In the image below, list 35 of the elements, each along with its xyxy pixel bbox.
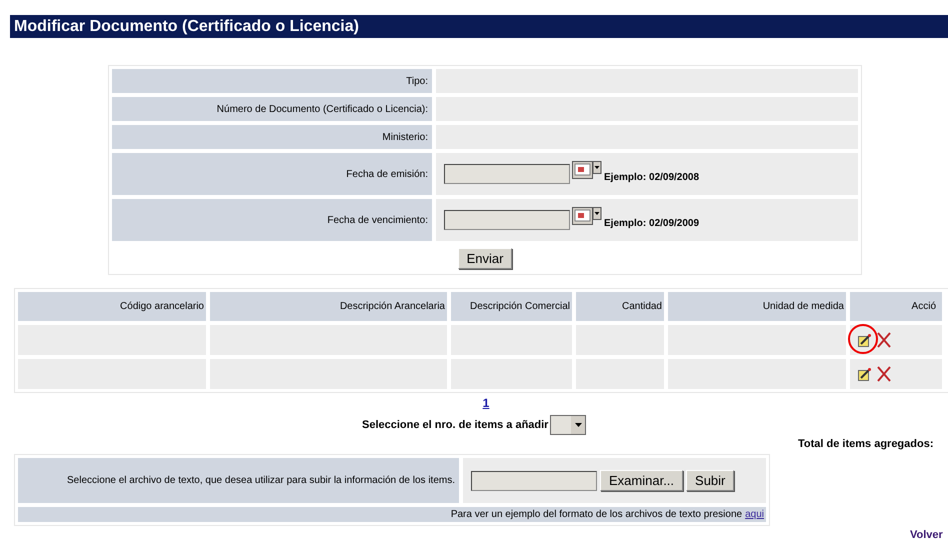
upload-button[interactable]: Subir [686,470,734,491]
submit-button[interactable]: Enviar [458,248,512,268]
column-header: Unidad de medida [668,292,846,321]
delete-icon[interactable] [877,332,891,348]
upload-label: Seleccione el archivo de texto, que desea utilizar para subir la información de los items. [18,458,459,503]
edit-icon[interactable] [858,334,871,346]
field-label: Fecha de vencimiento: [112,199,432,241]
add-items-label: Seleccione el nro. de items a añadir [362,419,548,431]
field-label: Número de Documento (Certificado o Licencia): [112,97,432,121]
browse-button[interactable]: Examinar... [600,470,684,491]
field-label: Tipo: [112,69,432,93]
example-text: Ejemplo: 02/09/2008 [604,172,700,185]
example-link[interactable]: aqui [745,509,764,520]
back-link[interactable]: Volver [910,529,948,541]
column-header: Descripción Comercial [451,292,572,321]
total-items-label: Total de items agregados: [798,438,934,450]
column-header: Código arancelario [18,292,206,321]
edit-icon[interactable] [858,368,871,380]
page-link[interactable]: 1 [482,396,490,410]
items-count-select[interactable] [550,415,586,435]
delete-icon[interactable] [877,366,891,382]
date-input-field[interactable] [444,210,570,230]
column-header: Acció [850,292,942,321]
field-label: Ministerio: [112,125,432,149]
field-label: Fecha de emisión: [112,153,432,195]
calendar-icon[interactable] [572,161,602,181]
calendar-icon[interactable] [572,207,602,227]
column-header: Descripción Arancelaria [210,292,447,321]
example-text: Ejemplo: 02/09/2009 [604,218,700,231]
file-path-field[interactable] [471,470,597,490]
page-title-bar: Modificar Documento (Certificado o Licencia) [10,15,948,38]
hint-text: Para ver un ejemplo del formato de los archivos de texto presione [450,509,742,520]
column-header: Cantidad [576,292,664,321]
date-input-field[interactable] [444,164,570,184]
dropdown-arrow-icon [574,423,582,427]
